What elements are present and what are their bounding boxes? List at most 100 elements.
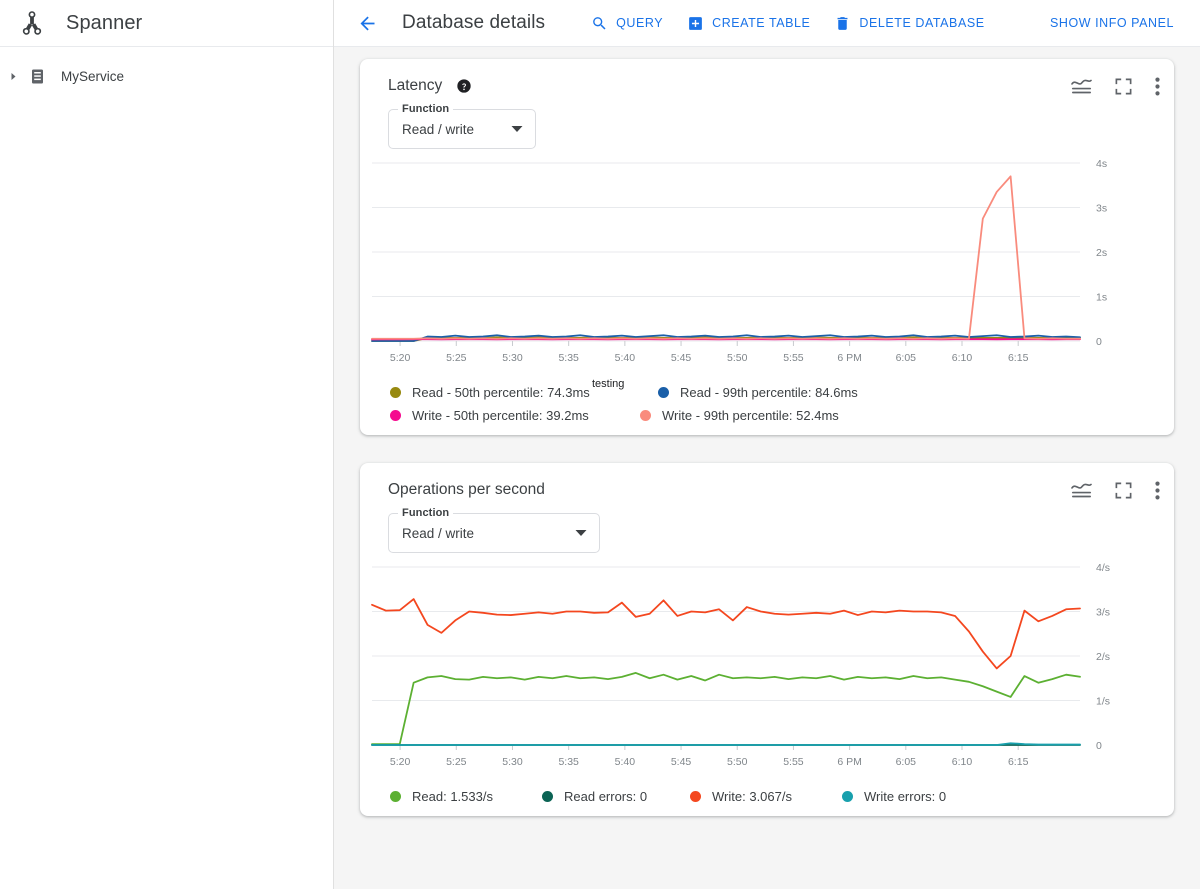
query-button[interactable]: QUERY: [579, 9, 675, 38]
legend-value: 84.6ms: [815, 385, 858, 400]
latency-card-header-left: Latency Function Read / write: [388, 73, 1071, 149]
legend-color-swatch: [640, 410, 651, 421]
app-root: Spanner MyService Database details QUERY…: [0, 0, 1200, 889]
delete-database-button[interactable]: DELETE DATABASE: [822, 9, 996, 38]
legend-label: Read errors:: [564, 789, 637, 804]
more-vert-icon[interactable]: [1155, 77, 1160, 96]
svg-text:5:35: 5:35: [558, 756, 579, 768]
svg-text:5:20: 5:20: [390, 756, 411, 768]
fullscreen-icon[interactable]: [1114, 481, 1133, 500]
svg-text:5:40: 5:40: [615, 756, 636, 768]
legend-label: Write:: [712, 789, 746, 804]
svg-text:6 PM: 6 PM: [837, 352, 862, 364]
legend-color-swatch: [842, 791, 853, 802]
svg-text:0: 0: [1096, 336, 1102, 348]
operations-card-actions: [1071, 477, 1160, 500]
svg-text:6:10: 6:10: [952, 352, 973, 364]
latency-function-value: Read / write: [402, 121, 475, 137]
svg-text:5:35: 5:35: [558, 352, 579, 364]
legend-label: Read:: [412, 789, 447, 804]
database-icon: [24, 68, 50, 85]
svg-text:5:25: 5:25: [446, 352, 467, 364]
search-icon: [591, 15, 608, 32]
operations-function-label: Function: [398, 507, 454, 519]
svg-text:6:10: 6:10: [952, 756, 973, 768]
latency-card-header: Latency Function Read / write: [360, 73, 1174, 149]
svg-text:5:50: 5:50: [727, 352, 748, 364]
create-table-button[interactable]: CREATE TABLE: [675, 9, 822, 38]
svg-text:1/s: 1/s: [1096, 696, 1110, 708]
operations-card-header-left: Operations per second Function Read / wr…: [388, 477, 1071, 553]
cards-container: Latency Function Read / write 0 1s 2s 3s…: [334, 47, 1200, 889]
legend-color-swatch: [390, 387, 401, 398]
operations-function-select[interactable]: Function Read / write: [388, 507, 600, 553]
legend-item[interactable]: Read - 99th percentile: 84.6ms: [658, 385, 908, 400]
legend-item[interactable]: Write - 99th percentile: 52.4ms: [640, 408, 908, 423]
latency-card-actions: [1071, 73, 1160, 96]
top-toolbar: Database details QUERY CREATE TABLE DELE…: [334, 0, 1200, 47]
svg-text:5:30: 5:30: [502, 352, 523, 364]
brand-title: Spanner: [66, 11, 143, 34]
operations-card-header: Operations per second Function Read / wr…: [360, 477, 1174, 553]
svg-text:4s: 4s: [1096, 158, 1107, 170]
operations-chart-svg[interactable]: 0 1/s 2/s 3/s 4/s 5:20 5:25 5:30 5:35 5:40 5:45 5:5…: [360, 553, 1150, 783]
legend-item[interactable]: Read errors: 0: [542, 789, 690, 804]
fullscreen-icon[interactable]: [1114, 77, 1133, 96]
create-table-button-label: CREATE TABLE: [712, 16, 811, 30]
legend-color-swatch: [390, 791, 401, 802]
legend-color-swatch: [658, 387, 669, 398]
legend-toggle-icon[interactable]: [1071, 77, 1092, 96]
legend-label: Write errors:: [864, 789, 936, 804]
show-info-panel-button[interactable]: SHOW INFO PANEL: [1038, 10, 1186, 36]
sidebar-item-myservice[interactable]: MyService: [0, 61, 333, 91]
legend-item[interactable]: Read - 50th percentile: 74.3ms testing: [390, 378, 658, 400]
latency-legend: Read - 50th percentile: 74.3ms testing R…: [360, 378, 1174, 423]
legend-value: 52.4ms: [796, 408, 839, 423]
arrow-back-icon[interactable]: [352, 8, 382, 38]
latency-chart[interactable]: 0 1s 2s 3s 4s 5:20 5:25 5:30 5:35 5:40 5:45 5:50 5:5…: [360, 149, 1174, 379]
latency-function-select[interactable]: Function Read / write: [388, 103, 536, 149]
svg-text:0: 0: [1096, 740, 1102, 752]
svg-text:5:55: 5:55: [783, 352, 804, 364]
svg-text:5:45: 5:45: [671, 352, 692, 364]
svg-text:5:50: 5:50: [727, 756, 748, 768]
chevron-down-icon[interactable]: [511, 125, 523, 133]
legend-item[interactable]: Write errors: 0: [842, 789, 1002, 804]
svg-text:6:15: 6:15: [1008, 352, 1029, 364]
query-button-label: QUERY: [616, 16, 664, 30]
chevron-down-icon[interactable]: [575, 529, 587, 537]
legend-label: Write - 99th percentile:: [662, 408, 793, 423]
operations-chart[interactable]: 0 1/s 2/s 3/s 4/s 5:20 5:25 5:30 5:35 5:40 5:45 5:5…: [360, 553, 1174, 783]
delete-database-button-label: DELETE DATABASE: [859, 16, 985, 30]
page-title: Database details: [402, 12, 546, 33]
latency-chart-svg[interactable]: 0 1s 2s 3s 4s 5:20 5:25 5:30 5:35 5:40 5:45 5:50 5:5…: [360, 149, 1150, 379]
legend-toggle-icon[interactable]: [1071, 481, 1092, 500]
legend-value: 39.2ms: [546, 408, 589, 423]
latency-title-row: Latency: [388, 73, 1071, 99]
legend-color-swatch: [690, 791, 701, 802]
legend-value: 3.067/s: [749, 789, 792, 804]
svg-text:2s: 2s: [1096, 247, 1107, 259]
expand-arrow-icon[interactable]: [2, 72, 24, 81]
latency-function-select-wrap: Function Read / write: [388, 103, 536, 149]
svg-text:6:05: 6:05: [896, 756, 917, 768]
latency-card: Latency Function Read / write 0 1s 2s 3s…: [360, 59, 1174, 435]
svg-text:6:05: 6:05: [896, 352, 917, 364]
legend-item[interactable]: Write - 50th percentile: 39.2ms: [390, 408, 640, 423]
legend-item[interactable]: Read: 1.533/s: [390, 789, 542, 804]
latency-function-label: Function: [398, 103, 454, 115]
legend-item[interactable]: Write: 3.067/s: [690, 789, 842, 804]
more-vert-icon[interactable]: [1155, 481, 1160, 500]
main-content: Database details QUERY CREATE TABLE DELE…: [334, 0, 1200, 889]
legend-label: Write - 50th percentile:: [412, 408, 543, 423]
operations-card-title: Operations per second: [388, 481, 545, 498]
add-box-icon: [687, 15, 704, 32]
legend-value: 74.3ms: [547, 385, 590, 400]
help-icon[interactable]: [456, 78, 472, 94]
operations-card: Operations per second Function Read / wr…: [360, 463, 1174, 816]
operations-function-select-wrap: Function Read / write: [388, 507, 600, 553]
svg-text:5:45: 5:45: [671, 756, 692, 768]
overlay-note-testing: testing: [592, 378, 625, 390]
legend-value: 0: [938, 789, 947, 804]
legend-label: Read - 99th percentile:: [680, 385, 812, 400]
